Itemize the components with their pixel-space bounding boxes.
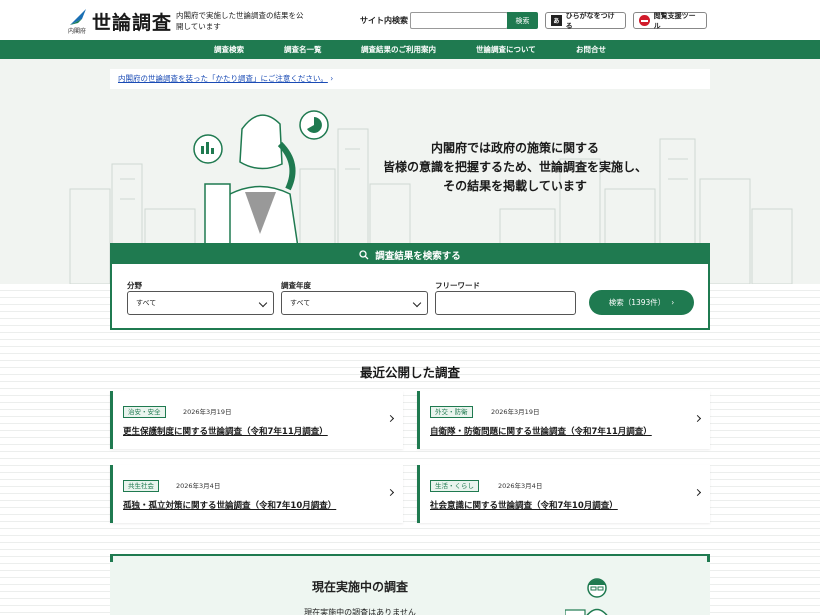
logo-gov-label: 内閣府 (68, 28, 87, 35)
chevron-right-icon: › (671, 298, 675, 307)
field-select[interactable]: すべて (127, 291, 274, 315)
survey-card[interactable]: 外交・防衛 2026年3月19日 自衛隊・防衛問題に関する世論調査（令和7年11… (417, 391, 710, 449)
chevron-down-icon (412, 298, 422, 308)
support-tool-button-label: 閲覧支援ツール (653, 11, 696, 30)
year-select-value: すべて (290, 299, 311, 307)
nav-item-survey-list[interactable]: 調査名一覧 (284, 40, 322, 59)
hero-line-2: 皆様の意識を把握するため、世論調査を実施し、 (382, 160, 647, 174)
survey-title-link[interactable]: 更生保護制度に関する世論調査（令和7年11月調査） (123, 425, 328, 437)
support-tool-button[interactable]: 閲覧支援ツール (633, 11, 707, 30)
publish-date: 2026年3月19日 (183, 408, 232, 416)
chevron-right-icon (386, 414, 395, 423)
category-badge: 共生社会 (123, 480, 159, 492)
fraud-notice-text: 内閣府の世論調査を装った「かたり調査」にご注意ください。 (118, 74, 328, 83)
search-submit-label: 検索（1393件） (608, 298, 666, 307)
site-search-label: サイト内検索 (360, 16, 408, 25)
search-heading-text: 調査結果を検索する (375, 250, 461, 262)
site-search-input[interactable] (410, 12, 508, 29)
publish-date: 2026年3月4日 (498, 482, 543, 490)
nav-item-about[interactable]: 世論調査について (476, 40, 536, 59)
survey-title-link[interactable]: 孤独・孤立対策に関する世論調査（令和7年10月調査） (123, 499, 336, 511)
hiragana-button-label: ひらがなをつける (565, 11, 615, 30)
ongoing-surveys-title: 現在実施中の調査 (311, 580, 408, 594)
hero-line-1: 内閣府では政府の施策に関する (430, 141, 599, 155)
survey-card[interactable]: 生活・くらし 2026年3月4日 社会意識に関する世論調査（令和7年10月調査） (417, 465, 710, 523)
hiragana-icon: あ (551, 15, 562, 26)
publish-date: 2026年3月4日 (176, 482, 221, 490)
category-badge: 治安・安全 (123, 406, 166, 418)
fraud-notice-link[interactable]: 内閣府の世論調査を装った「かたり調査」にご注意ください。 › (110, 69, 710, 89)
survey-card[interactable]: 治安・安全 2026年3月19日 更生保護制度に関する世論調査（令和7年11月調… (110, 391, 403, 449)
ongoing-surveys-empty-message: 現在実施中の調査はありません (304, 608, 416, 615)
chevron-right-icon (693, 488, 702, 497)
chevron-right-icon (386, 488, 395, 497)
field-select-value: すべて (136, 299, 157, 307)
hero-message: 内閣府では政府の施策に関する 皆様の意識を把握するため、世論調査を実施し、 その… (380, 139, 650, 196)
recent-surveys-title: 最近公開した調査 (359, 365, 460, 380)
publish-date: 2026年3月19日 (491, 408, 540, 416)
logo-title: 世論調査 (92, 12, 173, 34)
man-illustration (565, 578, 608, 615)
chevron-right-icon (693, 414, 702, 423)
site-header: 世論調査 内閣府 内閣府で実施した世論調査の結果を公開しています サイト内検索 … (0, 0, 820, 40)
chevron-right-icon: › (330, 74, 334, 83)
search-panel-heading: 調査結果を検索する (112, 245, 708, 264)
ongoing-surveys-section: 現在実施中の調査 現在実施中の調査はありません (110, 554, 710, 615)
free-word-label: フリーワード (435, 281, 480, 290)
search-icon (359, 249, 369, 259)
year-label: 調査年度 (281, 281, 311, 290)
hero-line-3: その結果を掲載しています (443, 179, 587, 193)
chevron-down-icon (258, 298, 268, 308)
hiragana-button[interactable]: あ ひらがなをつける (545, 11, 626, 30)
nav-item-survey-search[interactable]: 調査検索 (214, 40, 244, 59)
survey-search-panel: 調査結果を検索する 分野 すべて 調査年度 すべて フリーワード 検索（1393… (110, 243, 710, 330)
survey-title-link[interactable]: 自衛隊・防衛問題に関する世論調査（令和7年11月調査） (430, 425, 652, 437)
category-badge: 生活・くらし (430, 480, 479, 492)
survey-title-link[interactable]: 社会意識に関する世論調査（令和7年10月調査） (430, 499, 618, 511)
site-search-button[interactable]: 検索 (507, 12, 538, 29)
survey-card[interactable]: 共生社会 2026年3月4日 孤独・孤立対策に関する世論調査（令和7年10月調査… (110, 465, 403, 523)
nav-item-contact[interactable]: お問合せ (576, 40, 606, 59)
site-description: 内閣府で実施した世論調査の結果を公開しています (176, 11, 304, 31)
free-word-input[interactable] (435, 291, 576, 315)
support-tool-icon (639, 15, 650, 26)
global-nav: 調査検索 調査名一覧 調査結果のご利用案内 世論調査について お問合せ (0, 40, 820, 59)
field-label: 分野 (127, 281, 142, 290)
nav-item-usage-guide[interactable]: 調査結果のご利用案内 (361, 40, 436, 59)
search-submit-button[interactable]: 検索（1393件） › (589, 290, 694, 315)
category-badge: 外交・防衛 (430, 406, 473, 418)
year-select[interactable]: すべて (281, 291, 428, 315)
